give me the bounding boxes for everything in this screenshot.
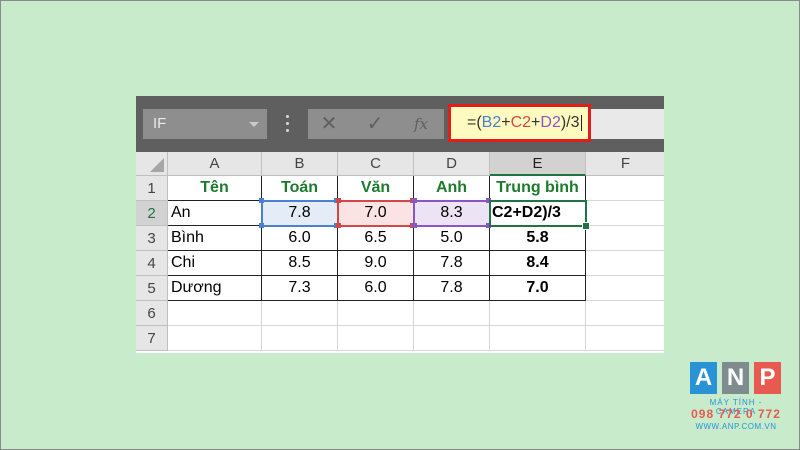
cell-f6[interactable] (586, 301, 664, 326)
cell-c2[interactable]: 7.0 (338, 201, 414, 226)
cell-c1[interactable]: Văn (338, 176, 414, 201)
cell-e3[interactable]: 5.8 (490, 226, 586, 251)
cell-b5[interactable]: 7.3 (262, 276, 338, 301)
logo-letter-a: A (690, 362, 717, 394)
formula-part: )/3 (560, 114, 580, 131)
formula-buttons: ✕ ✓ fx (308, 109, 444, 139)
cell-f2[interactable] (586, 201, 664, 226)
column-header-a[interactable]: A (168, 152, 262, 176)
cell-d6[interactable] (414, 301, 490, 326)
cell-e2[interactable]: C2+D2)/3 (490, 201, 586, 226)
formula-ref-c2: C2 (510, 114, 532, 131)
logo-letter-n: N (722, 362, 749, 394)
cell-b6[interactable] (262, 301, 338, 326)
cell-c7[interactable] (338, 326, 414, 351)
select-all-icon (150, 158, 164, 172)
cell-b1[interactable]: Toán (262, 176, 338, 201)
formula-part: + (501, 114, 511, 131)
logo-phone: 098 772 0 772 (691, 407, 781, 421)
cell-a3[interactable]: Bình (168, 226, 262, 251)
formula-text: =(B2+C2+D2)/3 (467, 113, 582, 133)
formula-highlight-box[interactable]: =(B2+C2+D2)/3 (448, 104, 591, 142)
column-header-e[interactable]: E (490, 152, 586, 176)
row-header-1[interactable]: 1 (136, 176, 168, 201)
column-header-b[interactable]: B (262, 152, 338, 176)
cell-d3[interactable]: 5.0 (414, 226, 490, 251)
ref-handle[interactable] (336, 198, 341, 203)
ref-handle[interactable] (259, 198, 264, 203)
row-header-3[interactable]: 3 (136, 226, 168, 251)
row-header-7[interactable]: 7 (136, 326, 168, 351)
cancel-icon[interactable]: ✕ (314, 109, 344, 139)
column-header-c[interactable]: C (338, 152, 414, 176)
cell-f7[interactable] (586, 326, 664, 351)
ref-handle[interactable] (336, 223, 341, 228)
cell-d2[interactable]: 8.3 (414, 201, 490, 226)
cell-b7[interactable] (262, 326, 338, 351)
insert-function-icon[interactable]: fx (406, 109, 436, 139)
cell-d7[interactable] (414, 326, 490, 351)
anp-logo: A N P MÁY TÍNH - CAMERA 098 772 0 772 WW… (688, 362, 784, 436)
cell-a1[interactable]: Tên (168, 176, 262, 201)
logo-letter-boxes: A N P (690, 362, 782, 396)
cell-f4[interactable] (586, 251, 664, 276)
ref-handle[interactable] (259, 223, 264, 228)
cell-a6[interactable] (168, 301, 262, 326)
formula-ref-b2: B2 (481, 114, 502, 131)
cell-b4[interactable]: 8.5 (262, 251, 338, 276)
cell-f1[interactable] (586, 176, 664, 201)
cell-b2[interactable]: 7.8 (262, 201, 338, 226)
enter-icon[interactable]: ✓ (360, 109, 390, 139)
cell-e6[interactable] (490, 301, 586, 326)
ref-handle[interactable] (412, 223, 417, 228)
cell-e4[interactable]: 8.4 (490, 251, 586, 276)
formula-bar: IF ✕ ✓ fx =(B2+C2+D2)/3 (136, 96, 664, 152)
more-options-icon[interactable] (286, 115, 290, 133)
formula-ref-d2: D2 (540, 114, 561, 131)
ref-handle[interactable] (486, 198, 491, 203)
name-box-value: IF (153, 115, 167, 132)
cell-f3[interactable] (586, 226, 664, 251)
row-header-6[interactable]: 6 (136, 301, 168, 326)
cell-a7[interactable] (168, 326, 262, 351)
fill-handle[interactable] (582, 222, 590, 230)
select-all-corner[interactable] (136, 152, 168, 176)
ref-handle[interactable] (412, 198, 417, 203)
cell-e1[interactable]: Trung bình (490, 176, 586, 201)
logo-website: WWW.ANP.COM.VN (695, 422, 777, 431)
formula-part: =( (467, 114, 482, 131)
cell-d4[interactable]: 7.8 (414, 251, 490, 276)
cell-c3[interactable]: 6.5 (338, 226, 414, 251)
logo-letter-p: P (754, 362, 781, 394)
row-header-5[interactable]: 5 (136, 276, 168, 301)
formula-part: + (531, 114, 541, 131)
cell-e5[interactable]: 7.0 (490, 276, 586, 301)
cell-e7[interactable] (490, 326, 586, 351)
row-header-4[interactable]: 4 (136, 251, 168, 276)
cell-c4[interactable]: 9.0 (338, 251, 414, 276)
column-header-f[interactable]: F (586, 152, 664, 176)
cell-a5[interactable]: Dương (168, 276, 262, 301)
cell-c6[interactable] (338, 301, 414, 326)
cell-c5[interactable]: 6.0 (338, 276, 414, 301)
column-header-d[interactable]: D (414, 152, 490, 176)
cell-d1[interactable]: Anh (414, 176, 490, 201)
ref-handle[interactable] (486, 223, 491, 228)
cell-b3[interactable]: 6.0 (262, 226, 338, 251)
cell-d5[interactable]: 7.8 (414, 276, 490, 301)
cell-f5[interactable] (586, 276, 664, 301)
name-box[interactable]: IF (143, 109, 267, 139)
excel-window: IF ✕ ✓ fx =(B2+C2+D2)/3 A B C D E F 1 2 … (136, 96, 664, 353)
row-header-2[interactable]: 2 (136, 201, 168, 226)
cell-a2[interactable]: An (168, 201, 262, 226)
cell-a4[interactable]: Chi (168, 251, 262, 276)
text-caret (580, 114, 582, 131)
chevron-down-icon[interactable] (249, 122, 259, 127)
